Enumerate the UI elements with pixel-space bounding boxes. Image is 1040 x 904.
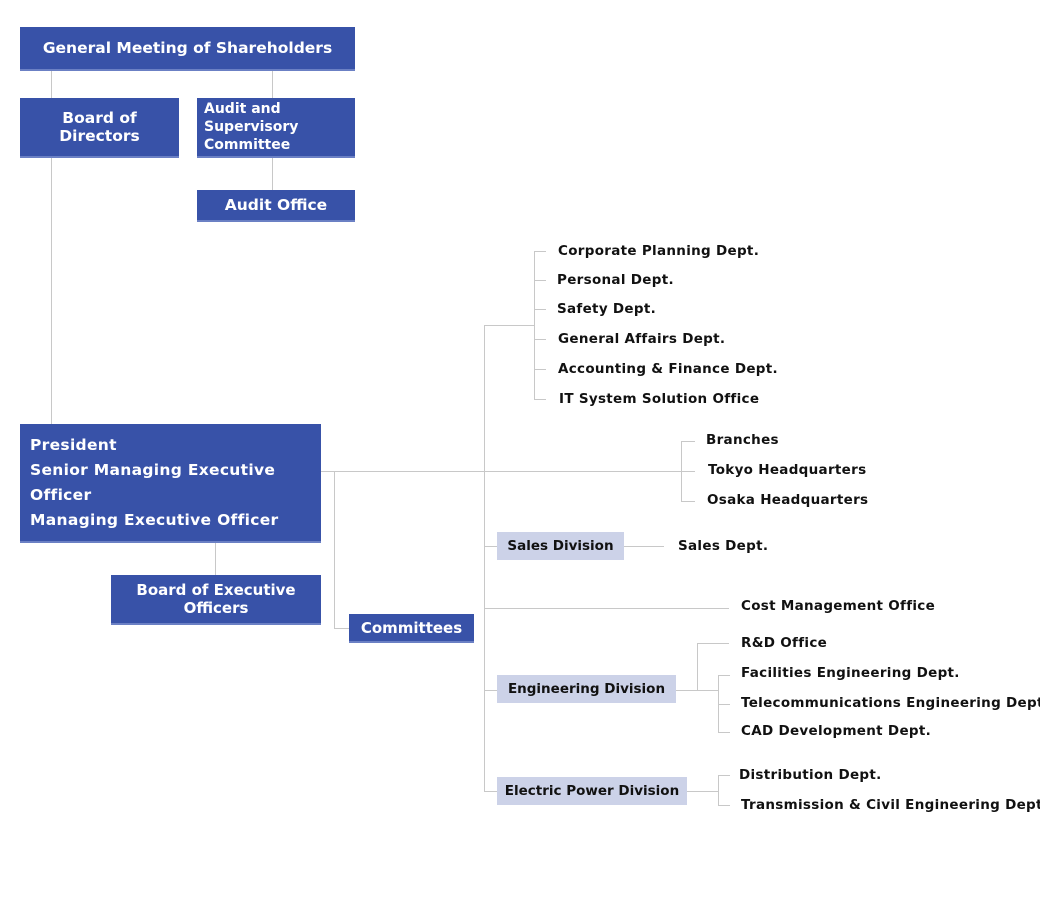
connector xyxy=(687,791,718,792)
audit-committee-box: Audit and Supervisory Committee xyxy=(197,98,355,158)
dept-label: Corporate Planning Dept. xyxy=(558,243,760,259)
executive-box: President Senior Managing Executive Offi… xyxy=(20,424,321,543)
connector xyxy=(534,309,546,310)
president-label: President xyxy=(30,435,117,454)
connector xyxy=(484,791,497,792)
connector xyxy=(534,280,546,281)
rd-office-label: R&D Office xyxy=(741,635,828,651)
engineering-division-label: Engineering Division xyxy=(507,681,666,697)
senior-managing-label: Senior Managing Executive Officer xyxy=(30,460,276,504)
connector xyxy=(534,369,546,370)
connector xyxy=(681,501,695,502)
electric-power-division-label: Electric Power Division xyxy=(504,783,680,799)
audit-committee-label-1: Audit and Supervisory xyxy=(204,101,299,135)
connector xyxy=(534,339,546,340)
connector xyxy=(484,608,729,609)
dept-label: IT System Solution Office xyxy=(559,391,760,407)
sales-dept-label: Sales Dept. xyxy=(678,538,769,554)
engineering-division-box: Engineering Division xyxy=(497,675,676,703)
connector xyxy=(334,471,335,628)
connector xyxy=(334,628,349,629)
branch-label: Osaka Headquarters xyxy=(707,492,869,508)
board-of-executive-officers-label: Board of Executive Officers xyxy=(136,581,296,617)
committees-label: Committees xyxy=(360,618,463,637)
engineering-dept-label: CAD Development Dept. xyxy=(741,723,932,739)
connector xyxy=(718,805,730,806)
connector xyxy=(718,704,730,705)
dept-label: Personal Dept. xyxy=(557,272,674,288)
dept-label: General Affairs Dept. xyxy=(558,331,726,347)
connector xyxy=(484,546,497,547)
connector xyxy=(697,643,729,644)
committees-box: Committees xyxy=(349,614,474,643)
connector xyxy=(681,441,695,442)
connector xyxy=(320,471,695,472)
electric-dept-label: Distribution Dept. xyxy=(739,767,882,783)
board-of-directors-label: Board of Directors xyxy=(59,109,140,145)
connector xyxy=(676,690,718,691)
connector xyxy=(534,251,535,399)
connector xyxy=(718,775,730,776)
engineering-dept-label: Telecommunications Engineering Dept. xyxy=(741,695,1040,711)
shareholders-label: General Meeting of Shareholders xyxy=(42,39,333,57)
branch-label: Branches xyxy=(706,432,779,448)
connector xyxy=(484,325,534,326)
connector xyxy=(624,546,664,547)
electric-power-division-box: Electric Power Division xyxy=(497,777,687,805)
connector xyxy=(272,157,273,190)
connector xyxy=(51,157,52,424)
electric-dept-label: Transmission & Civil Engineering Dept. xyxy=(741,797,1040,813)
dept-label: Accounting & Finance Dept. xyxy=(558,361,778,377)
connector xyxy=(51,70,52,98)
shareholders-box: General Meeting of Shareholders xyxy=(20,27,355,71)
sales-division-box: Sales Division xyxy=(497,532,624,560)
connector xyxy=(484,325,485,791)
connector xyxy=(215,542,216,575)
dept-label: Safety Dept. xyxy=(557,301,657,317)
audit-office-label: Audit Office xyxy=(224,196,328,214)
cost-management-label: Cost Management Office xyxy=(741,598,936,614)
connector xyxy=(534,251,546,252)
connector xyxy=(718,675,730,676)
connector xyxy=(718,775,719,805)
sales-division-label: Sales Division xyxy=(507,538,614,554)
connector xyxy=(272,70,273,98)
connector xyxy=(718,732,730,733)
connector xyxy=(534,399,546,400)
audit-office-box: Audit Office xyxy=(197,190,355,222)
connector xyxy=(697,643,698,690)
connector xyxy=(681,441,682,501)
managing-label: Managing Executive Officer xyxy=(30,510,279,529)
board-of-executive-officers-box: Board of Executive Officers xyxy=(111,575,321,625)
board-of-directors-box: Board of Directors xyxy=(20,98,179,158)
branch-label: Tokyo Headquarters xyxy=(708,462,867,478)
audit-committee-label-2: Committee xyxy=(204,137,291,153)
engineering-dept-label: Facilities Engineering Dept. xyxy=(741,665,960,681)
connector xyxy=(484,690,497,691)
